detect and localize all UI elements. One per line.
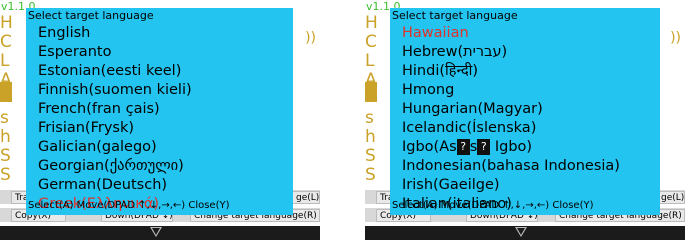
background-right-text: )) [670,30,681,46]
igbo-label-end: Igbo) [490,139,533,155]
bg-letter: S [0,146,11,166]
language-item[interactable]: Hindi(हिन्दी) [402,62,657,81]
bg-letter: h [0,127,11,147]
language-item[interactable]: French(fran çais) [38,100,293,119]
bg-letter: S [365,165,376,185]
language-item[interactable]: Hebrew(עברית) [402,43,657,62]
language-item[interactable]: Hmong [402,81,657,100]
language-item[interactable]: Irish(Gaeilge) [402,176,657,195]
bg-letter: H [365,13,378,33]
background-right-text: )) [305,30,316,46]
back-triangle-icon[interactable] [150,227,162,237]
navigation-bar [0,226,320,240]
left-screen: v1.1.0 H C L A s h S S )) Tra ge(L) Copy… [0,0,320,240]
dialog-title: Select target language [392,9,518,22]
dialog-controls-hint: Select(A) Move(DPAD ↑,↓,→,←) Close(Y) [392,200,594,211]
bg-letter: S [0,165,11,185]
right-screen: v1.1.0 H C L A s h S S )) Tra ge(L) Copy… [365,0,685,240]
igbo-label-middle: s [469,139,478,155]
language-item-selected[interactable]: Hawaiian [402,24,657,43]
bg-letter: L [0,51,10,71]
back-triangle-icon[interactable] [515,227,527,237]
dialog-controls-hint: Select(A) Move(DPAD ↑,↓,→,←) Close(Y) [28,200,230,211]
language-item[interactable]: German(Deutsch) [38,176,293,195]
missing-glyph-icon: ? [456,139,470,155]
bg-letter: L [365,51,375,71]
language-item[interactable]: Esperanto [38,43,293,62]
bg-letter: h [365,127,376,147]
bg-letter: s [365,108,374,128]
language-list: Hawaiian Hebrew(עברית) Hindi(हिन्दी) Hmo… [402,24,657,214]
background-highlight [365,82,377,102]
language-item[interactable]: Georgian(ქართული) [38,157,293,176]
language-item[interactable]: Indonesian(bahasa Indonesia) [402,157,657,176]
bg-letter: C [0,32,12,52]
language-select-dialog: Select target language English Esperanto… [26,8,293,215]
navigation-bar [365,226,685,240]
igbo-label-start: Igbo(As [402,139,457,155]
language-item[interactable]: English [38,24,293,43]
bg-letter: s [0,108,9,128]
change-source-language-button[interactable]: ge(L) [657,191,685,204]
language-item[interactable]: Galician(galego) [38,138,293,157]
language-item[interactable]: Finnish(suomen kieli) [38,81,293,100]
change-source-language-button[interactable]: ge(L) [292,191,320,204]
background-highlight [0,82,12,102]
language-select-dialog: Select target language Hawaiian Hebrew(ע… [390,8,660,215]
bg-letter: S [365,146,376,166]
bg-letter: C [365,32,377,52]
bg-letter: H [0,13,13,33]
language-item[interactable]: Hungarian(Magyar) [402,100,657,119]
language-item[interactable]: Frisian(Frysk) [38,119,293,138]
dialog-title: Select target language [28,9,154,22]
language-item[interactable]: Icelandic(Íslenska) [402,119,657,138]
missing-glyph-icon: ? [477,139,491,155]
language-item[interactable]: Estonian(eesti keel) [38,62,293,81]
language-item[interactable]: Igbo(As? s? Igbo) [402,138,657,157]
language-list: English Esperanto Estonian(eesti keel) F… [38,24,293,214]
